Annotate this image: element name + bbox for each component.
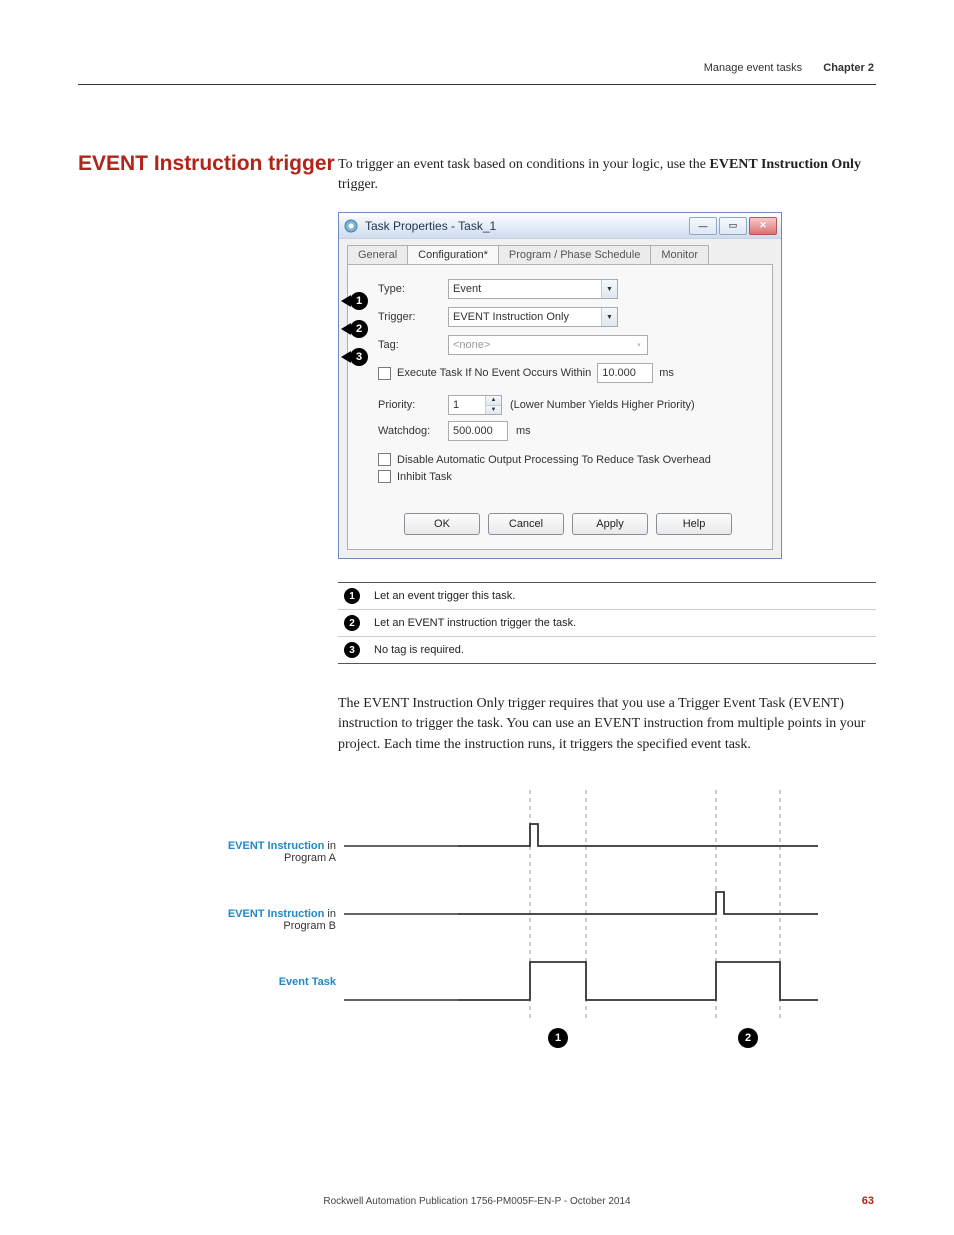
spinner-up-icon[interactable]: ▲ bbox=[485, 396, 501, 406]
trigger-label: Trigger: bbox=[378, 311, 448, 323]
trigger-dropdown[interactable]: EVENT Instruction Only ▼ bbox=[448, 307, 618, 327]
maximize-button[interactable]: ▭ bbox=[719, 217, 747, 235]
intro-bold: EVENT Instruction Only bbox=[710, 157, 861, 172]
inhibit-checkbox[interactable] bbox=[378, 470, 391, 483]
timing-marker-2: 2 bbox=[738, 1028, 758, 1048]
execute-checkbox[interactable] bbox=[378, 367, 391, 380]
intro-paragraph: To trigger an event task based on condit… bbox=[338, 155, 874, 194]
priority-row: Priority: 1 ▲ ▼ (Lower Number Yields Hig… bbox=[378, 395, 758, 415]
dialog-body: Type: Event ▼ Trigger: EVENT Instruction… bbox=[347, 264, 773, 550]
callout-number: 3 bbox=[350, 348, 368, 366]
tab-general[interactable]: General bbox=[347, 245, 408, 264]
intro-prefix: To trigger an event task based on condit… bbox=[338, 157, 710, 172]
timing-svg bbox=[338, 790, 833, 1070]
timing-marker-1: 1 bbox=[548, 1028, 568, 1048]
dialog-button-row: OK Cancel Apply Help bbox=[378, 501, 758, 539]
tab-configuration[interactable]: Configuration* bbox=[407, 245, 499, 264]
execute-timeout-unit: ms bbox=[659, 367, 674, 379]
dialog-icon bbox=[343, 218, 359, 234]
header-rule bbox=[78, 84, 876, 85]
disable-output-label: Disable Automatic Output Processing To R… bbox=[397, 454, 711, 466]
type-row: Type: Event ▼ bbox=[378, 279, 758, 299]
type-label: Type: bbox=[378, 283, 448, 295]
trigger-value: EVENT Instruction Only bbox=[453, 311, 569, 323]
label-prefix: EVENT Instruction bbox=[228, 908, 325, 920]
legend-row: 3 No tag is required. bbox=[338, 637, 876, 663]
help-button[interactable]: Help bbox=[656, 513, 732, 535]
label-text: Event Task bbox=[279, 976, 336, 988]
tab-monitor[interactable]: Monitor bbox=[650, 245, 709, 264]
timing-diagram: EVENT Instruction in Program A EVENT Ins… bbox=[338, 790, 833, 1070]
execute-timeout-input[interactable]: 10.000 bbox=[597, 363, 653, 383]
tag-row: Tag: <none> ▾ bbox=[378, 335, 758, 355]
execute-checkbox-label: Execute Task If No Event Occurs Within bbox=[397, 367, 591, 379]
legend-row: 2 Let an EVENT instruction trigger the t… bbox=[338, 610, 876, 637]
chevron-down-icon: ▼ bbox=[601, 280, 617, 298]
intro-suffix: trigger. bbox=[338, 177, 378, 192]
timing-label-program-a: EVENT Instruction in Program A bbox=[186, 840, 336, 864]
chevron-down-icon: ▾ bbox=[631, 336, 647, 354]
minimize-button[interactable]: — bbox=[689, 217, 717, 235]
inhibit-label: Inhibit Task bbox=[397, 471, 452, 483]
watchdog-row: Watchdog: 500.000 ms bbox=[378, 421, 758, 441]
header-section: Manage event tasks bbox=[704, 62, 802, 74]
label-prefix: EVENT Instruction bbox=[228, 840, 325, 852]
window-buttons: — ▭ ✕ bbox=[689, 217, 777, 235]
running-header: Manage event tasks Chapter 2 bbox=[704, 62, 874, 74]
legend-number-icon: 1 bbox=[344, 588, 360, 604]
timing-label-event-task: Event Task bbox=[186, 976, 336, 988]
section-heading: EVENT Instruction trigger bbox=[78, 152, 335, 176]
disable-output-row: Disable Automatic Output Processing To R… bbox=[378, 453, 758, 466]
callout-2: 2 bbox=[341, 319, 373, 339]
watchdog-value: 500.000 bbox=[453, 425, 493, 437]
type-value: Event bbox=[453, 283, 481, 295]
spinner-down-icon[interactable]: ▼ bbox=[485, 406, 501, 415]
priority-spinner[interactable]: 1 ▲ ▼ bbox=[448, 395, 502, 415]
execute-timeout-value: 10.000 bbox=[602, 367, 636, 379]
tab-program-phase[interactable]: Program / Phase Schedule bbox=[498, 245, 651, 264]
header-chapter: Chapter 2 bbox=[823, 62, 874, 74]
callout-number: 2 bbox=[350, 320, 368, 338]
execute-checkbox-row: Execute Task If No Event Occurs Within 1… bbox=[378, 363, 758, 383]
priority-label: Priority: bbox=[378, 399, 448, 411]
priority-value: 1 bbox=[453, 399, 459, 411]
inhibit-row: Inhibit Task bbox=[378, 470, 758, 483]
legend-text: Let an event trigger this task. bbox=[374, 590, 515, 602]
dialog-tabs: General Configuration* Program / Phase S… bbox=[339, 239, 781, 264]
callout-1: 1 bbox=[341, 291, 373, 311]
page-number: 63 bbox=[862, 1195, 874, 1207]
callout-3: 3 bbox=[341, 347, 373, 367]
legend-text: Let an EVENT instruction trigger the tas… bbox=[374, 617, 576, 629]
priority-hint: (Lower Number Yields Higher Priority) bbox=[510, 399, 695, 411]
tag-value: <none> bbox=[453, 339, 490, 351]
chevron-down-icon: ▼ bbox=[601, 308, 617, 326]
legend-number-icon: 2 bbox=[344, 615, 360, 631]
close-button[interactable]: ✕ bbox=[749, 217, 777, 235]
footer-publication: Rockwell Automation Publication 1756-PM0… bbox=[0, 1196, 954, 1207]
dialog-titlebar: Task Properties - Task_1 — ▭ ✕ bbox=[339, 213, 781, 239]
disable-output-checkbox[interactable] bbox=[378, 453, 391, 466]
dialog-title: Task Properties - Task_1 bbox=[365, 219, 689, 233]
tag-dropdown[interactable]: <none> ▾ bbox=[448, 335, 648, 355]
apply-button[interactable]: Apply bbox=[572, 513, 648, 535]
legend-number-icon: 3 bbox=[344, 642, 360, 658]
paragraph-event-only: The EVENT Instruction Only trigger requi… bbox=[338, 694, 874, 755]
type-dropdown[interactable]: Event ▼ bbox=[448, 279, 618, 299]
cancel-button[interactable]: Cancel bbox=[488, 513, 564, 535]
tag-label: Tag: bbox=[378, 339, 448, 351]
callout-number: 1 bbox=[350, 292, 368, 310]
timing-label-program-b: EVENT Instruction in Program B bbox=[186, 908, 336, 932]
task-properties-dialog: Task Properties - Task_1 — ▭ ✕ General C… bbox=[338, 212, 782, 559]
trigger-row: Trigger: EVENT Instruction Only ▼ bbox=[378, 307, 758, 327]
spinner-buttons: ▲ ▼ bbox=[485, 396, 501, 414]
watchdog-input[interactable]: 500.000 bbox=[448, 421, 508, 441]
watchdog-unit: ms bbox=[516, 425, 531, 437]
watchdog-label: Watchdog: bbox=[378, 425, 448, 437]
callout-legend: 1 Let an event trigger this task. 2 Let … bbox=[338, 582, 876, 664]
legend-row: 1 Let an event trigger this task. bbox=[338, 583, 876, 610]
ok-button[interactable]: OK bbox=[404, 513, 480, 535]
legend-text: No tag is required. bbox=[374, 644, 464, 656]
